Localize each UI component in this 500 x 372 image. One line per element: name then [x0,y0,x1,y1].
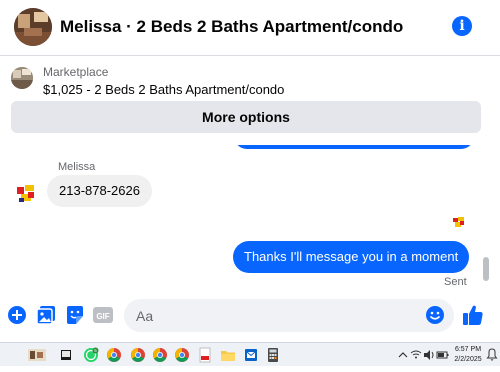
info-icon[interactable]: i [452,16,472,36]
contact-avatar[interactable] [14,8,52,46]
battery-icon[interactable] [436,343,450,367]
tray-chevron-icon[interactable] [396,343,410,367]
taskbar-clock[interactable]: 6:57 PM 2/2/2025 [452,345,484,365]
sticker-icon[interactable] [65,305,85,325]
whatsapp-icon[interactable]: 5 [83,347,99,363]
more-options-button[interactable]: More options [11,101,481,133]
pdf-icon[interactable] [197,347,213,363]
sender-name: Melissa [58,161,96,173]
sender-avatar[interactable] [15,182,39,206]
listing-title[interactable]: $1,025 - 2 Beds 2 Baths Apartment/condo [43,82,284,97]
windows-taskbar: 5 6:57 PM 2/2/2025 [0,342,500,366]
message-composer: GIF [0,292,500,340]
photo-icon[interactable] [36,305,56,325]
plus-circle-icon[interactable] [7,305,27,325]
clock-time: 6:57 PM [454,346,482,353]
clock-date: 2/2/2025 [454,356,482,363]
chrome-icon[interactable] [152,347,168,363]
volume-icon[interactable] [423,343,435,367]
message-input[interactable] [124,299,454,332]
calculator-icon[interactable] [265,347,281,363]
message-thread[interactable]: Melissa 213-878-2626 Thanks I'll message… [0,145,500,292]
listing-thumbnail[interactable] [11,67,33,89]
chat-title[interactable]: Melissa · 2 Beds 2 Baths Apartment/condo [60,17,403,37]
outgoing-message-bubble[interactable]: Thanks I'll message you in a moment [233,241,470,273]
file-explorer-icon[interactable] [58,347,74,363]
listing-source-label: Marketplace [43,65,109,79]
gif-icon[interactable]: GIF [93,305,113,325]
sent-status: Sent [444,276,467,288]
messenger-window: Melissa · 2 Beds 2 Baths Apartment/condo… [0,0,500,342]
seen-by-avatar [452,215,466,229]
incoming-message-bubble[interactable]: 213-878-2626 [47,175,152,207]
emoji-icon[interactable] [425,305,445,325]
marketplace-listing-card: Marketplace $1,025 - 2 Beds 2 Baths Apar… [0,57,500,145]
thumbs-up-icon[interactable] [462,304,484,326]
previous-outgoing-bubble [234,145,474,149]
outlook-icon[interactable] [243,347,259,363]
chrome-icon[interactable] [130,347,146,363]
gif-label: GIF [96,312,109,321]
search-icon[interactable] [28,347,46,363]
chrome-icon[interactable] [106,347,122,363]
notifications-icon[interactable] [486,343,498,367]
chat-header: Melissa · 2 Beds 2 Baths Apartment/condo… [0,0,500,56]
chrome-icon[interactable] [174,347,190,363]
scrollbar-thumb[interactable] [483,257,489,281]
folder-icon[interactable] [220,347,236,363]
wifi-icon[interactable] [410,343,422,367]
